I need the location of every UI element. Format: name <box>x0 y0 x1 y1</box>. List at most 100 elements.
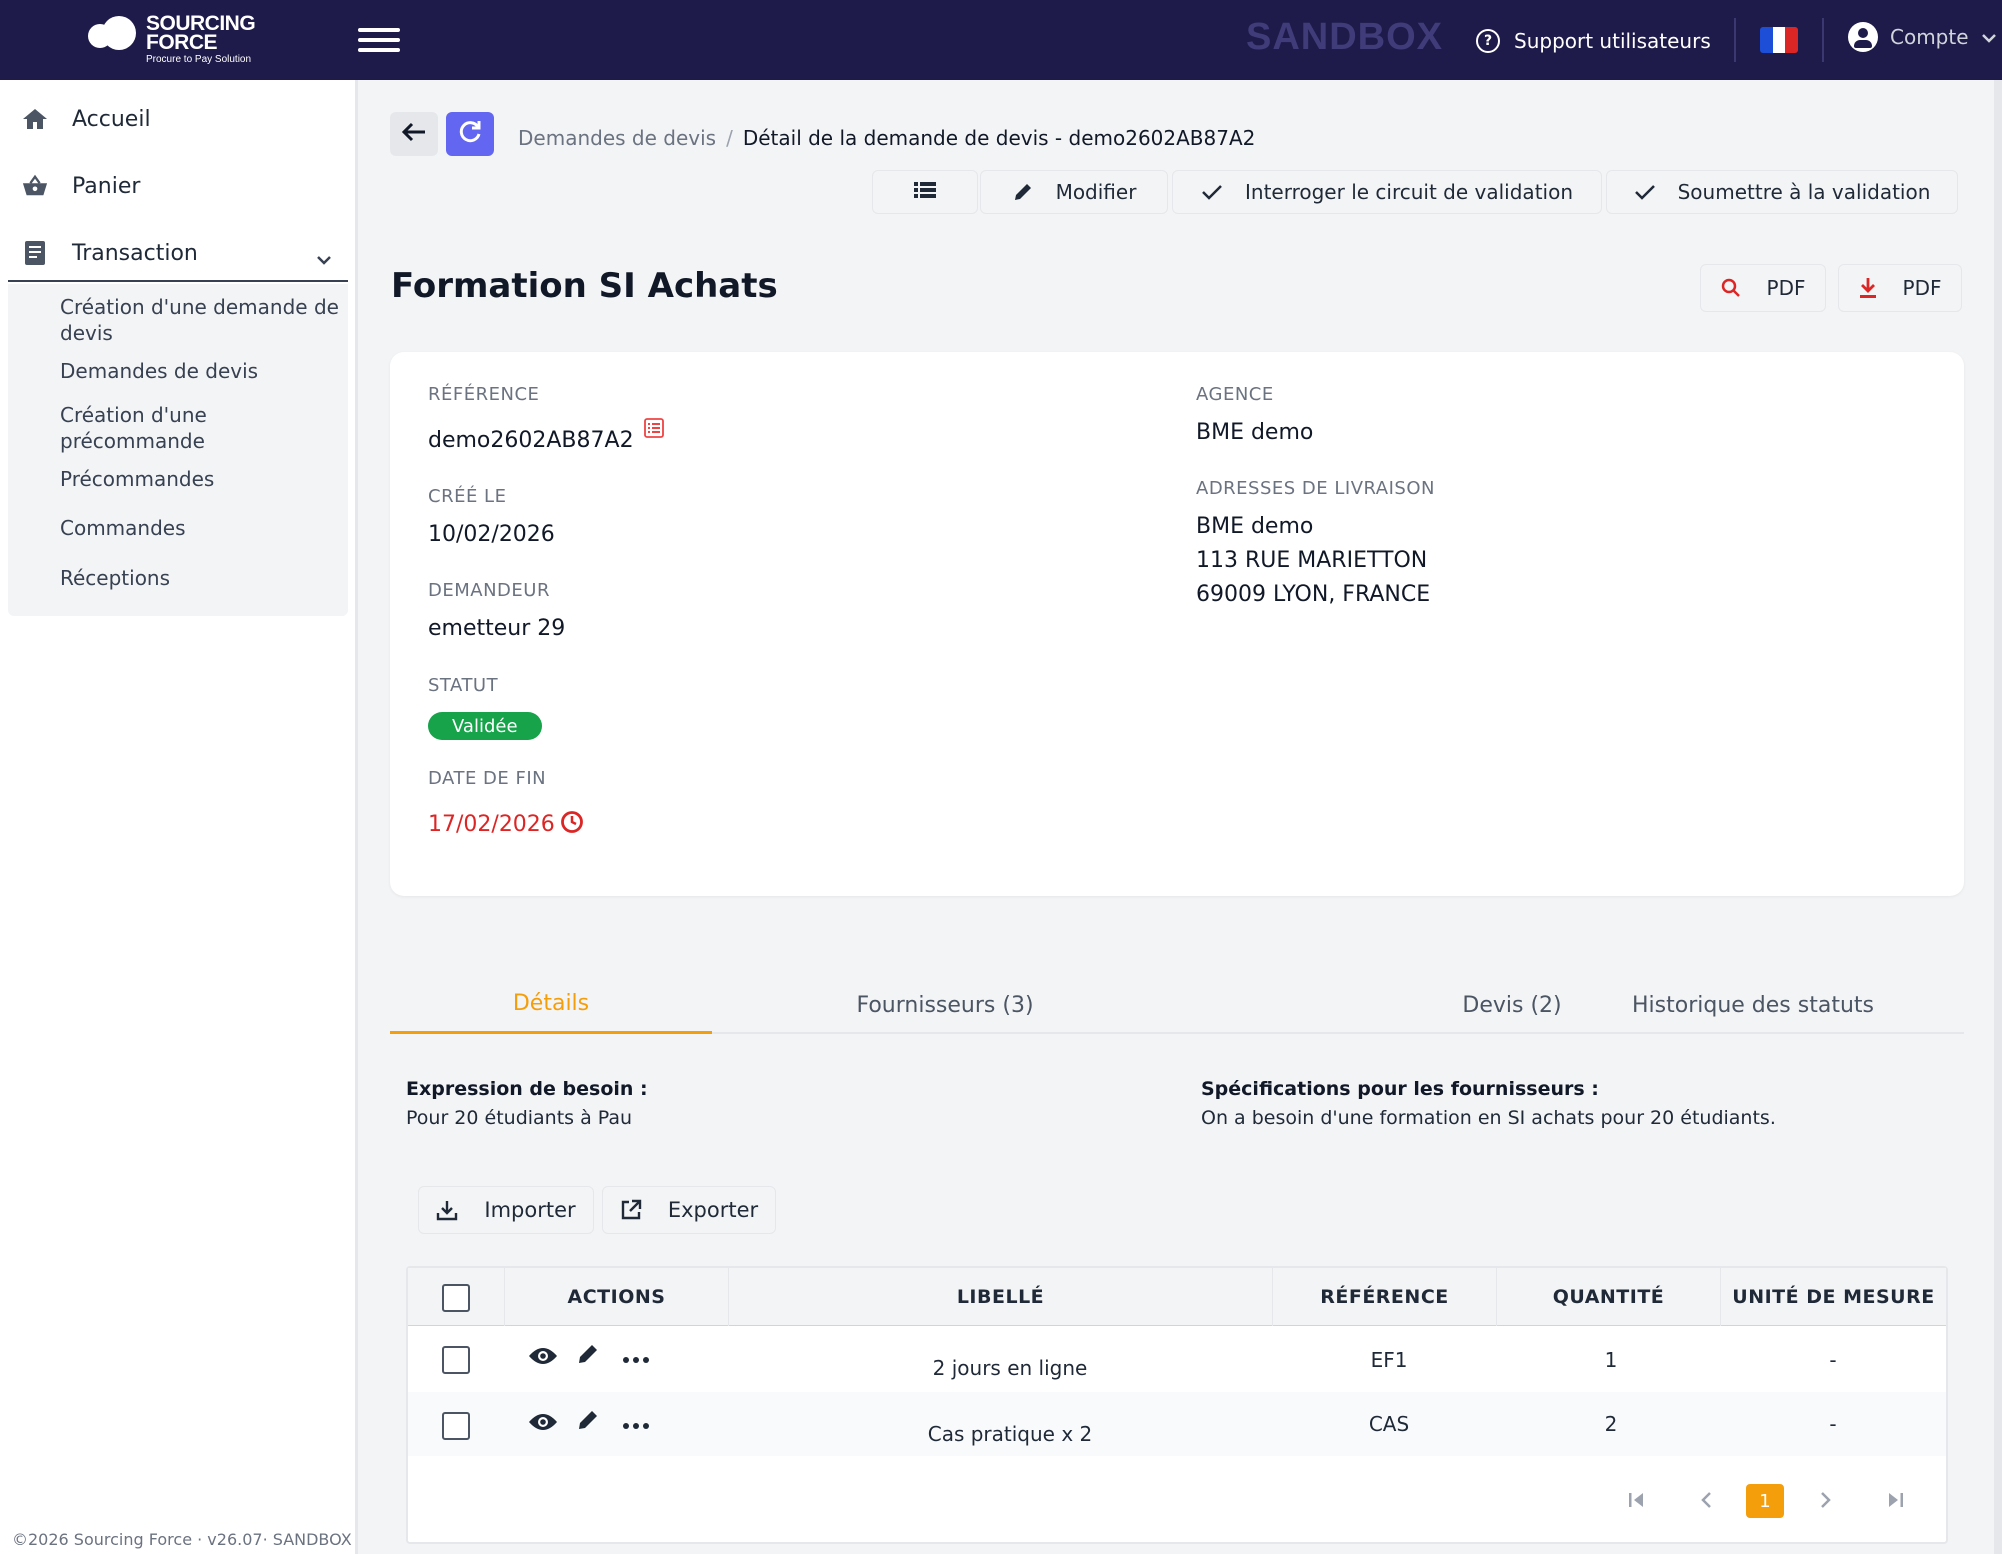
select-all-checkbox[interactable] <box>442 1284 470 1312</box>
export-button-label: Exporter <box>667 1198 759 1222</box>
clock-alert-icon <box>560 810 584 838</box>
sidebar-subitem-quote-requests[interactable]: Demandes de devis <box>60 358 340 384</box>
agency-value: BME demo <box>1196 420 1314 445</box>
breadcrumb-separator: / <box>726 126 733 150</box>
next-page-icon[interactable] <box>1810 1484 1842 1516</box>
table-header: ACTIONS LIBELLÉ RÉFÉRENCE QUANTITÉ UNITÉ… <box>408 1268 1946 1326</box>
sidebar-item-home[interactable]: Accueil <box>0 92 350 146</box>
row-label: 2 jours en ligne <box>932 1356 1088 1380</box>
pencil-icon <box>1012 181 1034 203</box>
refresh-button[interactable] <box>446 112 494 156</box>
sidebar-item-cart[interactable]: Panier <box>0 159 350 213</box>
pencil-icon[interactable] <box>576 1342 600 1366</box>
edit-button-label: Modifier <box>1055 180 1137 204</box>
more-options-icon[interactable] <box>622 1422 650 1430</box>
last-page-icon[interactable] <box>1880 1484 1912 1516</box>
previous-page-icon[interactable] <box>1690 1484 1722 1516</box>
more-options-icon[interactable] <box>622 1356 650 1364</box>
current-page-button[interactable]: 1 <box>1746 1484 1784 1518</box>
pdf-download-button[interactable]: PDF <box>1838 264 1962 312</box>
delivery-address-line: 69009 LYON, FRANCE <box>1196 582 1431 607</box>
created-value: 10/02/2026 <box>428 522 555 547</box>
arrow-left-icon <box>401 122 427 146</box>
need-expression-label: Expression de besoin : <box>406 1078 648 1100</box>
check-icon <box>1634 183 1656 201</box>
row-reference: EF1 <box>1370 1348 1408 1372</box>
check-icon <box>1201 183 1223 201</box>
sidebar-item-label: Accueil <box>72 106 151 132</box>
receipt-icon <box>22 240 48 266</box>
row-quantity: 1 <box>1604 1348 1618 1372</box>
submit-validation-button[interactable]: Soumettre à la validation <box>1606 170 1958 214</box>
sourcing-force-logo[interactable]: SOURCING FORCE Procure to Pay Solution <box>88 13 278 70</box>
row-unit: - <box>1829 1348 1837 1372</box>
account-label: Compte <box>1890 25 1969 49</box>
menu-toggle-icon[interactable] <box>358 28 400 54</box>
tab-bar: Détails Fournisseurs (3) Devis (2) Histo… <box>390 976 1964 1034</box>
column-header-unit[interactable]: UNITÉ DE MESURE <box>1720 1268 1946 1326</box>
edit-button[interactable]: Modifier <box>980 170 1168 214</box>
sidebar-subitem-create-preorder[interactable]: Création d'une précommande <box>60 402 340 454</box>
refresh-icon <box>457 119 483 149</box>
account-menu[interactable]: Compte <box>1848 22 1997 52</box>
footer-copyright: ©2026 Sourcing Force · v26.07· SANDBOX <box>12 1530 352 1549</box>
row-checkbox[interactable] <box>442 1346 470 1374</box>
pdf-preview-button[interactable]: PDF <box>1700 264 1826 312</box>
eye-icon[interactable] <box>528 1412 558 1432</box>
tab-suppliers[interactable]: Fournisseurs (3) <box>760 976 1130 1034</box>
support-link[interactable]: ? Support utilisateurs <box>1476 24 1711 58</box>
environment-label: SANDBOX <box>1246 16 1444 58</box>
delivery-address-line: 113 RUE MARIETTON <box>1196 548 1428 573</box>
row-label: Cas pratique x 2 <box>927 1422 1093 1446</box>
list-view-button[interactable] <box>872 170 978 214</box>
breadcrumb-parent-link[interactable]: Demandes de devis <box>518 126 716 150</box>
column-header-reference[interactable]: RÉFÉRENCE <box>1272 1268 1496 1326</box>
transaction-submenu: Création d'une demande de devis Demandes… <box>8 284 348 616</box>
user-avatar-icon <box>1848 22 1878 52</box>
copy-reference-icon[interactable] <box>644 418 664 442</box>
sidebar-subitem-orders[interactable]: Commandes <box>60 515 340 541</box>
pencil-icon[interactable] <box>576 1408 600 1432</box>
query-validation-circuit-button[interactable]: Interroger le circuit de validation <box>1172 170 1602 214</box>
first-page-icon[interactable] <box>1620 1484 1652 1516</box>
sidebar-subitem-create-quote-request[interactable]: Création d'une demande de devis <box>60 294 340 346</box>
basket-icon <box>22 173 48 199</box>
language-flag-fr-icon[interactable] <box>1760 27 1798 53</box>
eye-icon[interactable] <box>528 1346 558 1366</box>
pdf-download-label: PDF <box>1902 276 1942 300</box>
chevron-down-icon <box>1981 28 1997 47</box>
pdf-preview-label: PDF <box>1766 276 1806 300</box>
sidebar-subitem-receptions[interactable]: Réceptions <box>60 565 340 591</box>
submit-validation-label: Soumettre à la validation <box>1677 180 1931 204</box>
logo-tagline: Procure to Pay Solution <box>146 54 252 65</box>
supplier-spec-value: On a besoin d'une formation en SI achats… <box>1201 1107 1776 1129</box>
delivery-address-line: BME demo <box>1196 514 1314 539</box>
list-icon <box>914 180 936 204</box>
tab-status-history[interactable]: Historique des statuts <box>1566 976 1940 1034</box>
sidebar-item-label: Transaction <box>72 240 198 266</box>
page-title: Formation SI Achats <box>391 266 778 306</box>
back-button[interactable] <box>390 112 438 156</box>
import-button[interactable]: Importer <box>418 1186 594 1234</box>
row-checkbox[interactable] <box>442 1412 470 1440</box>
sidebar-subitem-preorders[interactable]: Précommandes <box>60 466 340 492</box>
divider <box>8 280 348 282</box>
column-header-quantity[interactable]: QUANTITÉ <box>1496 1268 1720 1326</box>
column-header-label[interactable]: LIBELLÉ <box>728 1268 1272 1326</box>
export-button[interactable]: Exporter <box>602 1186 776 1234</box>
external-link-icon <box>620 1199 642 1221</box>
requester-label: DEMANDEUR <box>428 580 550 601</box>
help-circle-icon: ? <box>1476 29 1500 53</box>
query-validation-label: Interroger le circuit de validation <box>1245 180 1573 204</box>
import-button-label: Importer <box>484 1198 576 1222</box>
breadcrumb-current: Détail de la demande de devis - demo2602… <box>742 126 1256 150</box>
sidebar-item-label: Panier <box>72 173 141 199</box>
reference-value: demo2602AB87A2 <box>428 428 634 453</box>
tab-details[interactable]: Détails <box>390 976 712 1034</box>
page-scrollbar[interactable] <box>1994 80 2002 1554</box>
end-date-label: DATE DE FIN <box>428 768 547 789</box>
column-header-actions[interactable]: ACTIONS <box>504 1268 728 1326</box>
sidebar-item-transaction[interactable]: Transaction <box>0 226 350 280</box>
download-icon <box>1859 277 1877 299</box>
logo-mark <box>88 16 138 50</box>
